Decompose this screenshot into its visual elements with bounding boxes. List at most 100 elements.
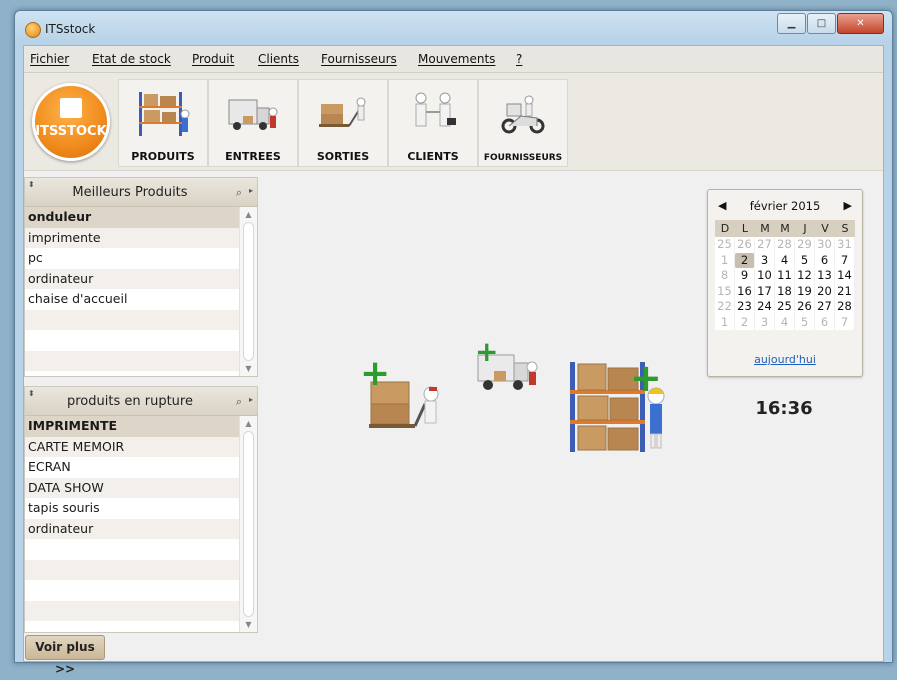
entrees-button[interactable]: ENTREES: [208, 79, 298, 167]
calendar-day[interactable]: 7: [835, 252, 855, 268]
calendar-day[interactable]: 11: [775, 268, 795, 284]
list-item[interactable]: ordinateur: [25, 518, 239, 539]
minimize-button[interactable]: ▁: [777, 13, 806, 34]
calendar-day[interactable]: 22: [715, 299, 735, 315]
best-products-header: ⬍ Meilleurs Produits ⌕ ▸: [25, 178, 257, 207]
calendar-day[interactable]: 26: [735, 237, 755, 253]
calendar-day[interactable]: 12: [795, 268, 815, 284]
calendar-day[interactable]: 25: [715, 237, 735, 253]
scroll-thumb[interactable]: [243, 431, 254, 617]
days-grid: 25 26 27 28 29 30 31 1 2 3 4 5 6 7 8 9 10 11 12 13 14 15 16 17 1…: [715, 237, 855, 330]
calendar-day[interactable]: 13: [815, 268, 835, 284]
calendar-month: février 2015: [749, 199, 821, 213]
calendar-day[interactable]: 18: [775, 283, 795, 299]
calendar-day[interactable]: 28: [775, 237, 795, 253]
fournisseurs-label: FOURNISSEURS: [483, 153, 563, 163]
best-products-list: onduleur imprimente pc ordinateur chaise…: [25, 207, 239, 371]
scroll-up-icon[interactable]: ▲: [240, 210, 257, 219]
app-window: ITSstock ▁ □ ✕ Fichier Etat de stock Pro…: [14, 10, 893, 676]
calendar-day[interactable]: 1: [715, 314, 735, 330]
voir-plus-button[interactable]: Voir plus >>: [25, 635, 105, 676]
weekday-label: J: [803, 222, 807, 235]
calendar-day[interactable]: 2: [735, 252, 755, 268]
menu-produit[interactable]: Produit: [192, 52, 234, 66]
calendar-day[interactable]: 5: [795, 314, 815, 330]
add-entree-icon[interactable]: +: [475, 335, 498, 368]
calendar-day[interactable]: 3: [755, 314, 775, 330]
scroll-thumb[interactable]: [243, 222, 254, 361]
menu-fichier[interactable]: Fichier: [30, 52, 69, 66]
calendar-day[interactable]: 17: [755, 283, 775, 299]
calendar-day[interactable]: 20: [815, 283, 835, 299]
calendar-day[interactable]: 6: [815, 314, 835, 330]
title-bar[interactable]: ITSstock ▁ □ ✕: [15, 11, 892, 45]
empty-row: [25, 580, 239, 601]
scroll-down-icon[interactable]: ▼: [240, 364, 257, 373]
calendar-day[interactable]: 1: [715, 252, 735, 268]
list-item[interactable]: onduleur: [25, 207, 239, 228]
calendar-day[interactable]: 26: [795, 299, 815, 315]
calendar-day[interactable]: 25: [775, 299, 795, 315]
produits-button[interactable]: PRODUITS: [118, 79, 208, 167]
calendar-day[interactable]: 28: [835, 299, 855, 315]
calendar-day[interactable]: 5: [795, 252, 815, 268]
calendar-day[interactable]: 24: [755, 299, 775, 315]
expand-arrow-icon[interactable]: ▸: [249, 395, 253, 404]
sorties-label: SORTIES: [316, 150, 370, 163]
calendar-day[interactable]: 8: [715, 268, 735, 284]
calendar-day[interactable]: 10: [755, 268, 775, 284]
list-item[interactable]: tapis souris: [25, 498, 239, 519]
next-month-icon[interactable]: ▶: [844, 199, 852, 212]
add-sortie-icon[interactable]: +: [360, 353, 390, 394]
calendar-day[interactable]: 31: [835, 237, 855, 253]
calendar-day[interactable]: 14: [835, 268, 855, 284]
list-item[interactable]: imprimente: [25, 227, 239, 248]
calendar-day[interactable]: 23: [735, 299, 755, 315]
calendar-day[interactable]: 7: [835, 314, 855, 330]
weekday-label: S: [841, 222, 849, 235]
calendar-day[interactable]: 19: [795, 283, 815, 299]
search-icon[interactable]: ⌕: [236, 395, 242, 409]
calendar-day[interactable]: 21: [835, 283, 855, 299]
scroll-up-icon[interactable]: ▲: [240, 419, 257, 428]
menu-mouvements[interactable]: Mouvements: [418, 52, 495, 66]
weekday-row: DLMMJVS: [715, 220, 855, 237]
calendar-day[interactable]: 15: [715, 283, 735, 299]
list-item[interactable]: IMPRIMENTE: [25, 416, 239, 437]
calendar-day[interactable]: 30: [815, 237, 835, 253]
calendar-day[interactable]: 4: [775, 314, 795, 330]
menu-fournisseurs[interactable]: Fournisseurs: [321, 52, 397, 66]
close-button[interactable]: ✕: [837, 13, 884, 34]
out-of-stock-scrollbar[interactable]: ▲ ▼: [239, 416, 257, 632]
today-link[interactable]: aujourd'hui: [708, 353, 862, 366]
calendar-day[interactable]: 16: [735, 283, 755, 299]
best-products-scrollbar[interactable]: ▲ ▼: [239, 207, 257, 376]
menu-etat-de-stock[interactable]: Etat de stock: [92, 52, 171, 66]
calendar-day[interactable]: 6: [815, 252, 835, 268]
list-item[interactable]: CARTE MEMOIR: [25, 436, 239, 457]
calendar-day[interactable]: 9: [735, 268, 755, 284]
calendar-day[interactable]: 4: [775, 252, 795, 268]
clients-button[interactable]: CLIENTS: [388, 79, 478, 167]
list-item[interactable]: ECRAN: [25, 457, 239, 478]
list-item[interactable]: DATA SHOW: [25, 477, 239, 498]
search-icon[interactable]: ⌕: [236, 186, 242, 200]
fournisseurs-button[interactable]: FOURNISSEURS: [478, 79, 568, 167]
list-item[interactable]: chaise d'accueil: [25, 289, 239, 310]
scroll-down-icon[interactable]: ▼: [240, 620, 257, 629]
menu-help[interactable]: ?: [516, 52, 522, 66]
calendar-day[interactable]: 2: [735, 314, 755, 330]
menu-clients[interactable]: Clients: [258, 52, 299, 66]
list-item[interactable]: ordinateur: [25, 268, 239, 289]
list-item[interactable]: pc: [25, 248, 239, 269]
expand-arrow-icon[interactable]: ▸: [249, 186, 253, 195]
weekday-label: M: [780, 222, 790, 235]
maximize-button[interactable]: □: [807, 13, 836, 34]
calendar-day[interactable]: 3: [755, 252, 775, 268]
calendar-day[interactable]: 27: [815, 299, 835, 315]
logo-text: ITSSTOCK: [35, 124, 107, 139]
calendar-day[interactable]: 29: [795, 237, 815, 253]
sorties-button[interactable]: SORTIES: [298, 79, 388, 167]
add-produit-icon[interactable]: +: [630, 356, 662, 400]
calendar-day[interactable]: 27: [755, 237, 775, 253]
